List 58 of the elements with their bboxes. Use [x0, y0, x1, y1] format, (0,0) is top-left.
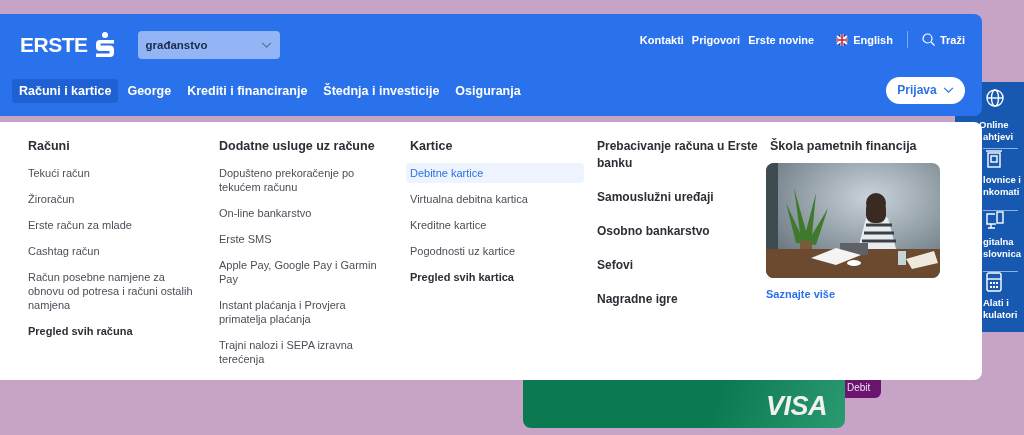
monitor-icon — [985, 210, 1005, 231]
menu-link[interactable]: Pogodnosti uz kartice — [406, 241, 584, 261]
menu-link[interactable]: Žiroračun — [24, 189, 202, 209]
menu-link[interactable]: Osobno bankarstvo — [597, 223, 761, 240]
menu-link[interactable]: Tekući račun — [24, 163, 202, 183]
flag-icon — [836, 33, 849, 46]
menu-link[interactable]: Samouslužni uređaji — [597, 189, 761, 206]
segment-select[interactable]: građanstvo — [137, 31, 280, 59]
atm-icon — [985, 149, 1003, 170]
side-link[interactable]: Online — [979, 119, 1009, 131]
menu-link[interactable]: Sefovi — [597, 257, 761, 274]
login-button[interactable]: Prijava — [886, 76, 965, 104]
column-heading: Računi — [28, 138, 71, 154]
caret-icon — [260, 41, 272, 49]
menu-link[interactable]: Dopušteno prekoračenje po tekućem računu — [215, 163, 393, 197]
menu-link[interactable]: On-line bankarstvo — [215, 203, 393, 223]
menu-link[interactable]: Pregled svih kartica — [406, 267, 584, 287]
column-heading: Kartice — [410, 138, 454, 154]
search-icon — [921, 33, 935, 46]
language-link[interactable]: English — [853, 33, 893, 46]
menu-link[interactable]: Cashtag račun — [24, 241, 202, 261]
side-link[interactable]: Alati i — [983, 296, 1009, 309]
side-link[interactable]: ahtjevi — [983, 131, 1014, 143]
menu-link[interactable]: Nagradne igre — [597, 291, 761, 308]
menu-link[interactable]: Apple Pay, Google Pay i Garmin Pay — [215, 255, 393, 289]
nav-tab[interactable]: George — [120, 79, 179, 103]
side-link[interactable]: lovnice i — [983, 174, 1021, 187]
nav-tab[interactable]: Štednja i investicije — [316, 79, 447, 103]
nav-tab[interactable]: Računi i kartice — [12, 79, 119, 103]
nav-tab[interactable]: Osiguranja — [448, 79, 528, 103]
top-link[interactable]: Kontakti — [639, 33, 684, 46]
menu-link[interactable]: Erste SMS — [215, 229, 393, 249]
caret-icon — [942, 86, 954, 94]
menu-link[interactable]: Trajni nalozi i SEPA izravna terećenja — [215, 335, 393, 369]
menu-link[interactable]: Debitne kartice — [406, 163, 584, 183]
card-brand: VISA — [765, 391, 827, 422]
side-link[interactable]: nkomati — [983, 186, 1020, 199]
side-link[interactable]: kulatori — [983, 308, 1018, 321]
learn-more-link[interactable]: Saznajte više — [766, 288, 946, 300]
column-heading: Dodatne usluge uz račune — [219, 138, 376, 154]
logo-text: ERSTE — [20, 33, 88, 57]
top-link[interactable]: Erste novine — [748, 33, 815, 46]
menu-link[interactable]: Virtualna debitna kartica — [406, 189, 584, 209]
nav-tab[interactable]: Krediti i financiranje — [180, 79, 315, 103]
menu-link[interactable]: Erste račun za mlade — [24, 215, 202, 235]
menu-link[interactable]: Prebacivanje računa u Erste banku — [597, 138, 761, 172]
search-link[interactable]: Traži — [939, 33, 965, 46]
menu-link[interactable]: Pregled svih računa — [24, 321, 202, 341]
menu-link[interactable]: Kreditne kartice — [406, 215, 584, 235]
side-link[interactable]: gitalna — [983, 235, 1014, 248]
logo-icon — [93, 32, 116, 58]
calculator-icon — [985, 271, 1003, 292]
menu-link[interactable]: Račun posebne namjene za obnovu od potresa i računi ostalih namjena — [24, 267, 202, 315]
top-link[interactable]: Prigovori — [691, 33, 741, 46]
column-heading: Škola pametnih financija — [770, 138, 918, 154]
menu-link[interactable]: Instant plaćanja i Provjera primatelja plaćanja — [215, 295, 393, 329]
side-link[interactable]: slovnica — [983, 247, 1022, 260]
globe-icon — [985, 88, 1005, 108]
